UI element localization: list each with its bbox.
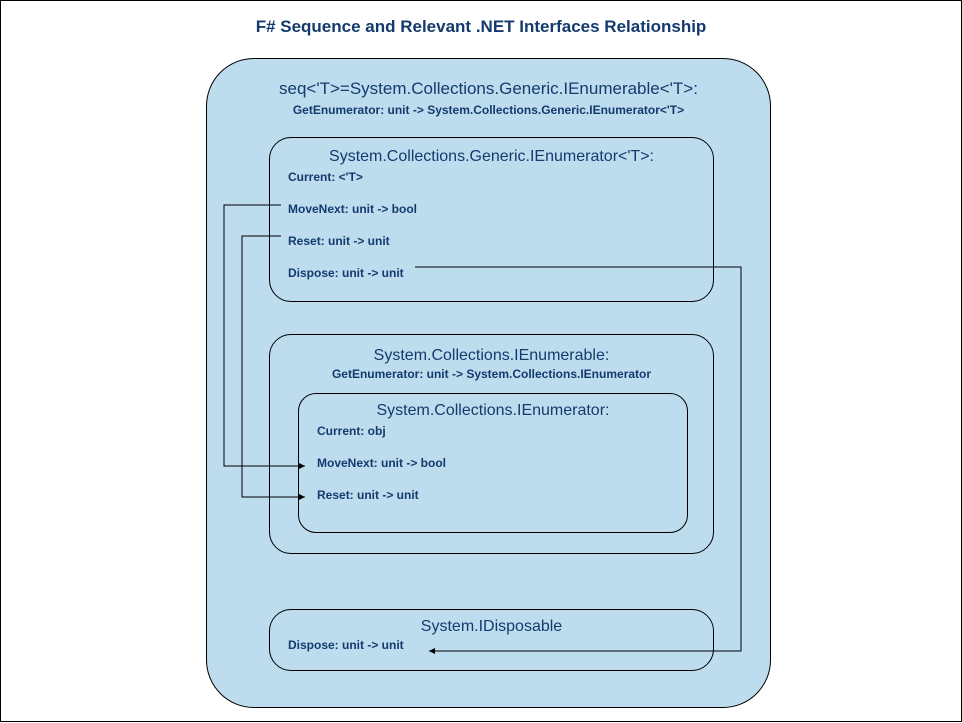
generic-movenext: MoveNext: unit -> bool	[288, 202, 713, 216]
ienumerable-box: System.Collections.IEnumerable: GetEnume…	[269, 334, 714, 554]
ienumerator-movenext: MoveNext: unit -> bool	[317, 456, 687, 470]
generic-ienumerator-heading: System.Collections.Generic.IEnumerator<'…	[270, 148, 713, 166]
idisposable-dispose: Dispose: unit -> unit	[288, 638, 713, 652]
ienumerator-box: System.Collections.IEnumerator: Current:…	[298, 393, 688, 533]
ienumerable-heading: System.Collections.IEnumerable:	[270, 347, 713, 365]
diagram-title: F# Sequence and Relevant .NET Interfaces…	[1, 17, 961, 37]
generic-current: Current: <'T>	[288, 170, 713, 184]
outer-ienumerable-generic-box: seq<'T>=System.Collections.Generic.IEnum…	[206, 58, 771, 708]
ienumerator-reset: Reset: unit -> unit	[317, 488, 687, 502]
seq-heading: seq<'T>=System.Collections.Generic.IEnum…	[207, 79, 770, 99]
seq-getenumerator: GetEnumerator: unit -> System.Collection…	[207, 103, 770, 117]
diagram-canvas: F# Sequence and Relevant .NET Interfaces…	[0, 0, 962, 722]
idisposable-heading: System.IDisposable	[270, 618, 713, 636]
generic-reset: Reset: unit -> unit	[288, 234, 713, 248]
generic-dispose: Dispose: unit -> unit	[288, 266, 713, 280]
generic-ienumerator-box: System.Collections.Generic.IEnumerator<'…	[269, 137, 714, 302]
idisposable-box: System.IDisposable Dispose: unit -> unit	[269, 609, 714, 671]
ienumerator-current: Current: obj	[317, 424, 687, 438]
ienumerator-heading: System.Collections.IEnumerator:	[299, 402, 687, 420]
ienumerable-getenumerator: GetEnumerator: unit -> System.Collection…	[270, 367, 713, 381]
